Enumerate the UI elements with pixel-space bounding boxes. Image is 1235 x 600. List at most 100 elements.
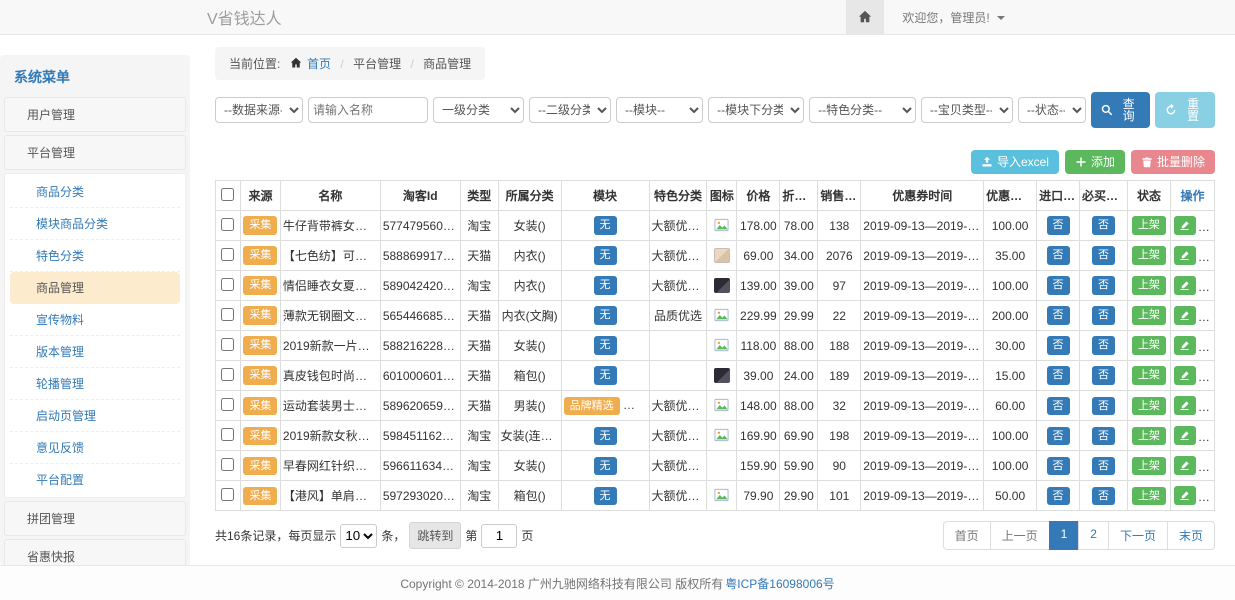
- import-select-toggle[interactable]: 否: [1047, 336, 1070, 354]
- sidebar-section-bottom-1[interactable]: 省惠快报: [4, 539, 186, 565]
- row-checkbox[interactable]: [221, 338, 234, 351]
- sidebar-item-6[interactable]: 轮播管理: [10, 368, 180, 400]
- import-select-cell: 否: [1037, 481, 1080, 511]
- breadcrumb-home-link[interactable]: 首页: [307, 57, 331, 71]
- page-button-下一页[interactable]: 下一页: [1108, 521, 1168, 550]
- home-button[interactable]: [846, 0, 884, 34]
- edit-button[interactable]: [1174, 336, 1196, 355]
- sidebar-item-9[interactable]: 平台配置: [10, 464, 180, 495]
- status-badge[interactable]: 上架: [1132, 276, 1166, 294]
- must-buy-toggle[interactable]: 否: [1092, 216, 1115, 234]
- page-button-末页[interactable]: 末页: [1167, 521, 1215, 550]
- row-checkbox[interactable]: [221, 248, 234, 261]
- import-select-toggle[interactable]: 否: [1047, 246, 1070, 264]
- filter-status-select[interactable]: --状态--: [1018, 97, 1086, 123]
- row-checkbox[interactable]: [221, 488, 234, 501]
- coupon-time-cell: 2019-09-13—2019-09-17: [861, 211, 984, 241]
- jump-button[interactable]: 跳转到: [409, 522, 461, 549]
- must-buy-toggle[interactable]: 否: [1092, 276, 1115, 294]
- edit-button[interactable]: [1174, 246, 1196, 265]
- filter-feature-category-select[interactable]: --特色分类--: [809, 97, 916, 123]
- import-select-toggle[interactable]: 否: [1047, 276, 1070, 294]
- thumbnail-dark: [714, 278, 730, 293]
- must-buy-toggle[interactable]: 否: [1092, 336, 1115, 354]
- status-badge[interactable]: 上架: [1132, 427, 1166, 445]
- per-page-select[interactable]: 10: [340, 524, 377, 548]
- edit-button[interactable]: [1174, 486, 1196, 505]
- edit-button[interactable]: [1174, 396, 1196, 415]
- sidebar-item-7[interactable]: 启动页管理: [10, 400, 180, 432]
- filter-level1-category-select[interactable]: 一级分类: [433, 97, 524, 123]
- page-button-首页[interactable]: 首页: [943, 521, 991, 550]
- sidebar-item-0[interactable]: 商品分类: [10, 176, 180, 208]
- sidebar-section-bottom-0[interactable]: 拼团管理: [4, 501, 186, 536]
- search-button[interactable]: 查询: [1091, 92, 1151, 128]
- filter-data-source-select[interactable]: --数据来源--: [215, 97, 303, 123]
- sidebar-item-8[interactable]: 意见反馈: [10, 432, 180, 464]
- filter-item-type-select[interactable]: --宝贝类型--: [921, 97, 1013, 123]
- sidebar-item-1[interactable]: 模块商品分类: [10, 208, 180, 240]
- page-button-上一页[interactable]: 上一页: [990, 521, 1050, 550]
- sidebar-section-platform-mgmt[interactable]: 平台管理: [4, 135, 186, 170]
- must-buy-toggle[interactable]: 否: [1092, 306, 1115, 324]
- must-buy-toggle[interactable]: 否: [1092, 366, 1115, 384]
- row-checkbox[interactable]: [221, 278, 234, 291]
- edit-button[interactable]: [1174, 456, 1196, 475]
- import-select-toggle[interactable]: 否: [1047, 216, 1070, 234]
- status-badge[interactable]: 上架: [1132, 366, 1166, 384]
- batch-delete-button[interactable]: 批量删除: [1131, 150, 1215, 174]
- status-badge[interactable]: 上架: [1132, 306, 1166, 324]
- import-select-toggle[interactable]: 否: [1047, 487, 1070, 505]
- edit-button[interactable]: [1174, 306, 1196, 325]
- status-badge[interactable]: 上架: [1132, 336, 1166, 354]
- sidebar-item-2[interactable]: 特色分类: [10, 240, 180, 272]
- status-badge[interactable]: 上架: [1132, 246, 1166, 264]
- import-select-toggle[interactable]: 否: [1047, 306, 1070, 324]
- status-badge[interactable]: 上架: [1132, 487, 1166, 505]
- table-row-2: 采集情侣睡衣女夏丝绸男士...589042420344淘宝内衣()无大额优惠券1…: [216, 271, 1215, 301]
- import-select-toggle[interactable]: 否: [1047, 457, 1070, 475]
- sidebar-item-3[interactable]: 商品管理: [10, 272, 180, 304]
- import-select-toggle[interactable]: 否: [1047, 397, 1070, 415]
- import-excel-button[interactable]: 导入excel: [971, 150, 1059, 174]
- must-buy-toggle[interactable]: 否: [1092, 457, 1115, 475]
- edit-button[interactable]: [1174, 426, 1196, 445]
- status-badge[interactable]: 上架: [1132, 397, 1166, 415]
- import-select-toggle[interactable]: 否: [1047, 366, 1070, 384]
- reset-button[interactable]: 重置: [1155, 92, 1215, 128]
- sidebar-section-user-mgmt[interactable]: 用户管理: [4, 97, 186, 132]
- import-select-toggle[interactable]: 否: [1047, 427, 1070, 445]
- discount-price-cell: 88.00: [780, 391, 818, 421]
- user-menu[interactable]: 欢迎您，管理员!: [902, 9, 1005, 26]
- edit-button[interactable]: [1174, 366, 1196, 385]
- sidebar-item-5[interactable]: 版本管理: [10, 336, 180, 368]
- add-button[interactable]: 添加: [1065, 150, 1125, 174]
- row-checkbox[interactable]: [221, 458, 234, 471]
- row-checkbox[interactable]: [221, 308, 234, 321]
- type-cell: 天猫: [460, 331, 498, 361]
- sidebar-item-4[interactable]: 宣传物料: [10, 304, 180, 336]
- select-all-checkbox[interactable]: [221, 188, 234, 201]
- row-checkbox[interactable]: [221, 218, 234, 231]
- must-buy-toggle[interactable]: 否: [1092, 487, 1115, 505]
- filter-module-select[interactable]: --模块--: [616, 97, 703, 123]
- page-button-2[interactable]: 2: [1078, 521, 1109, 550]
- must-buy-toggle[interactable]: 否: [1092, 246, 1115, 264]
- status-badge[interactable]: 上架: [1132, 457, 1166, 475]
- page-number-input[interactable]: [481, 524, 517, 548]
- filter-level2-category-select[interactable]: --二级分类--: [529, 97, 611, 123]
- must-buy-toggle[interactable]: 否: [1092, 397, 1115, 415]
- status-badge[interactable]: 上架: [1132, 216, 1166, 234]
- must-buy-toggle[interactable]: 否: [1092, 427, 1115, 445]
- icp-link[interactable]: 粤ICP备16098006号: [725, 575, 834, 592]
- edit-button[interactable]: [1174, 276, 1196, 295]
- row-checkbox[interactable]: [221, 398, 234, 411]
- row-checkbox[interactable]: [221, 368, 234, 381]
- source-cell: 采集: [240, 331, 280, 361]
- filter-module-subcategory-select[interactable]: --模块下分类--: [708, 97, 804, 123]
- page-button-1[interactable]: 1: [1049, 521, 1080, 550]
- edit-button[interactable]: [1174, 216, 1196, 235]
- row-checkbox[interactable]: [221, 428, 234, 441]
- must-buy-cell: 否: [1080, 211, 1128, 241]
- filter-name-input[interactable]: [308, 97, 428, 123]
